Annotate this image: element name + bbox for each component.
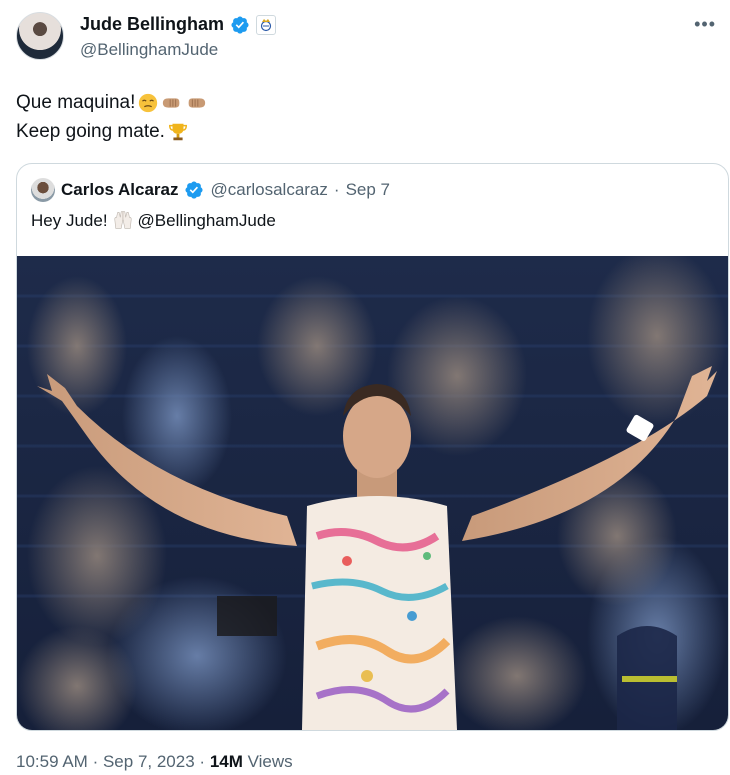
quoted-display-name[interactable]: Carlos Alcaraz [61, 180, 178, 200]
raised-hands-emoji [114, 211, 132, 229]
quoted-header: Carlos Alcaraz @carlosalcaraz · Sep 7 [31, 178, 390, 202]
tweet-text: Que maquina! Keep going mate. [16, 88, 207, 146]
relieved-face-emoji [139, 93, 158, 112]
footer-separator-2: · [199, 752, 206, 771]
real-madrid-crest-icon [256, 14, 277, 35]
quoted-handle[interactable]: @carlosalcaraz [210, 180, 327, 200]
tweet-date[interactable]: Sep 7, 2023 [103, 752, 195, 771]
left-fist-emoji [163, 97, 180, 108]
tweet-line-1-text: Que maquina! [16, 92, 136, 113]
trophy-emoji [168, 123, 187, 140]
tweet-line-2-text: Keep going mate. [16, 121, 165, 142]
author-handle[interactable]: @BellinghamJude [80, 40, 218, 60]
author-name-row: Jude Bellingham [80, 14, 277, 35]
quoted-date[interactable]: Sep 7 [346, 180, 390, 200]
author-display-name[interactable]: Jude Bellingham [80, 14, 224, 35]
tweet-line-1: Que maquina! [16, 88, 207, 117]
quoted-text-prefix: Hey Jude! [31, 211, 108, 230]
verified-badge-icon [231, 15, 249, 34]
tweet-footer: 10:59 AM · Sep 7, 2023 · 14M Views [16, 752, 293, 772]
player-celebration-photo [17, 256, 728, 730]
quoted-mention[interactable]: @BellinghamJude [138, 211, 276, 231]
more-options-icon[interactable]: ••• [694, 14, 716, 35]
views-label: Views [247, 752, 293, 771]
quoted-avatar[interactable] [31, 178, 55, 202]
quoted-tweet-card[interactable]: Carlos Alcaraz @carlosalcaraz · Sep 7 He… [16, 163, 729, 731]
tweet-header: Jude Bellingham @BellinghamJude ••• [16, 10, 716, 66]
verified-badge-icon [185, 181, 204, 199]
views-count[interactable]: 14M [210, 752, 243, 771]
quoted-separator: · [333, 180, 340, 199]
footer-separator-1: · [92, 752, 99, 771]
quoted-text: Hey Jude! @BellinghamJude [31, 210, 276, 232]
author-avatar[interactable] [16, 12, 64, 60]
quoted-photo[interactable] [17, 256, 728, 730]
right-fist-emoji [189, 97, 206, 108]
tweet-line-2: Keep going mate. [16, 117, 207, 146]
tweet-time[interactable]: 10:59 AM [16, 752, 88, 771]
